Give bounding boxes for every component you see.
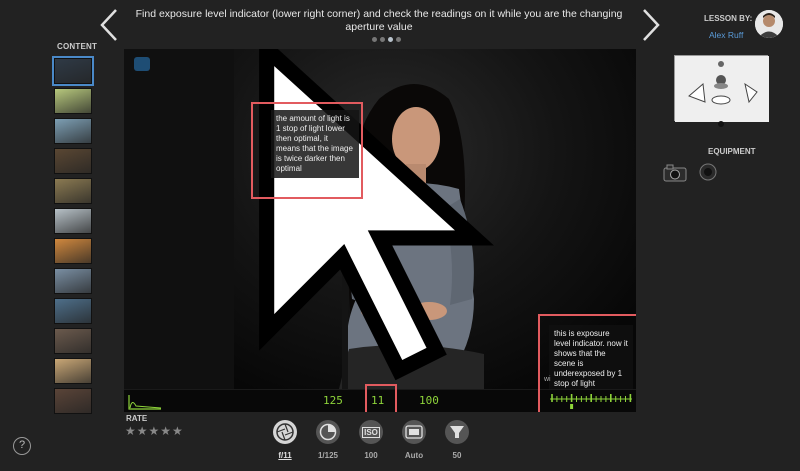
author-link[interactable]: Alex Ruff [709,30,743,40]
thumbnail-person-on-shore[interactable] [54,118,92,144]
white-balance-control[interactable]: Auto [399,420,429,460]
aperture-icon [273,420,297,444]
thumbnail-vinyl-records[interactable] [54,148,92,174]
thumbnail-sunset-sea[interactable] [54,358,92,384]
shutter-value: 1/125 [317,451,339,460]
white-balance-value: Auto [404,451,424,460]
thumbnail-woman-laptop[interactable] [54,328,92,354]
iso-icon: ISO [359,420,383,444]
shutter-icon [316,420,340,444]
note-highlight-box [251,102,363,199]
lens-icon[interactable] [696,163,720,181]
thumbnail-autumn-lake[interactable] [54,178,92,204]
equipment-label: EQUIPMENT [708,147,756,156]
iso-readout: 100 [419,394,439,407]
lighting-setup-icon [675,56,769,122]
rate-label: RATE [126,414,148,423]
aperture-value: f/11 [278,451,292,460]
indicator-highlight-box [538,314,636,412]
histogram-icon [128,395,162,410]
lesson-by-label: LESSON BY: [704,14,753,23]
pager-dot[interactable] [388,37,393,42]
avatar[interactable] [755,10,783,38]
thumbnail-mountain-lake[interactable] [54,298,92,324]
white-balance-icon [402,420,426,444]
step-instruction: Find exposure level indicator (lower rig… [135,8,623,33]
thumbnail-green-apples[interactable] [54,88,92,114]
shutter-control[interactable]: 1/125 [313,420,343,460]
iso-value: 100 [364,451,378,460]
studio-setup-diagram[interactable] [674,55,769,122]
flash-power-value: 50 [452,451,462,460]
shutter-readout: 125 [323,394,343,407]
camera-icon[interactable] [663,164,687,182]
camera-position-marker [718,121,724,127]
thumbnail-woman-dark-hair[interactable] [54,388,92,414]
author-photo [755,10,783,38]
chevron-left-icon [100,9,117,41]
aperture-control[interactable]: f/11 [270,420,300,460]
iso-control[interactable]: ISO 100 [356,420,386,460]
content-thumbnail-list [52,56,94,418]
flash-power-icon [445,420,469,444]
step-pager [372,37,401,42]
lesson-panel: LESSON BY: Alex Ruff EQUIPMENT [650,0,800,471]
aperture-highlight-box [365,384,397,412]
star-rating[interactable]: ★★★★★ [125,424,184,438]
pager-dot[interactable] [372,37,377,42]
content-title: CONTENT [57,42,98,51]
thumbnail-city-skyline[interactable] [54,268,92,294]
help-button[interactable]: ? [13,437,31,455]
thumbnail-woman-window[interactable] [54,208,92,234]
photo-viewer: the amount of light is 1 stop of light l… [124,49,636,412]
flash-power-control[interactable]: 50 [442,420,472,460]
pager-dot[interactable] [396,37,401,42]
previous-step-button[interactable] [98,8,120,42]
thumbnail-colorful-jars[interactable] [54,238,92,264]
pager-dot[interactable] [380,37,385,42]
thumbnail-woman-portrait[interactable] [52,56,94,86]
